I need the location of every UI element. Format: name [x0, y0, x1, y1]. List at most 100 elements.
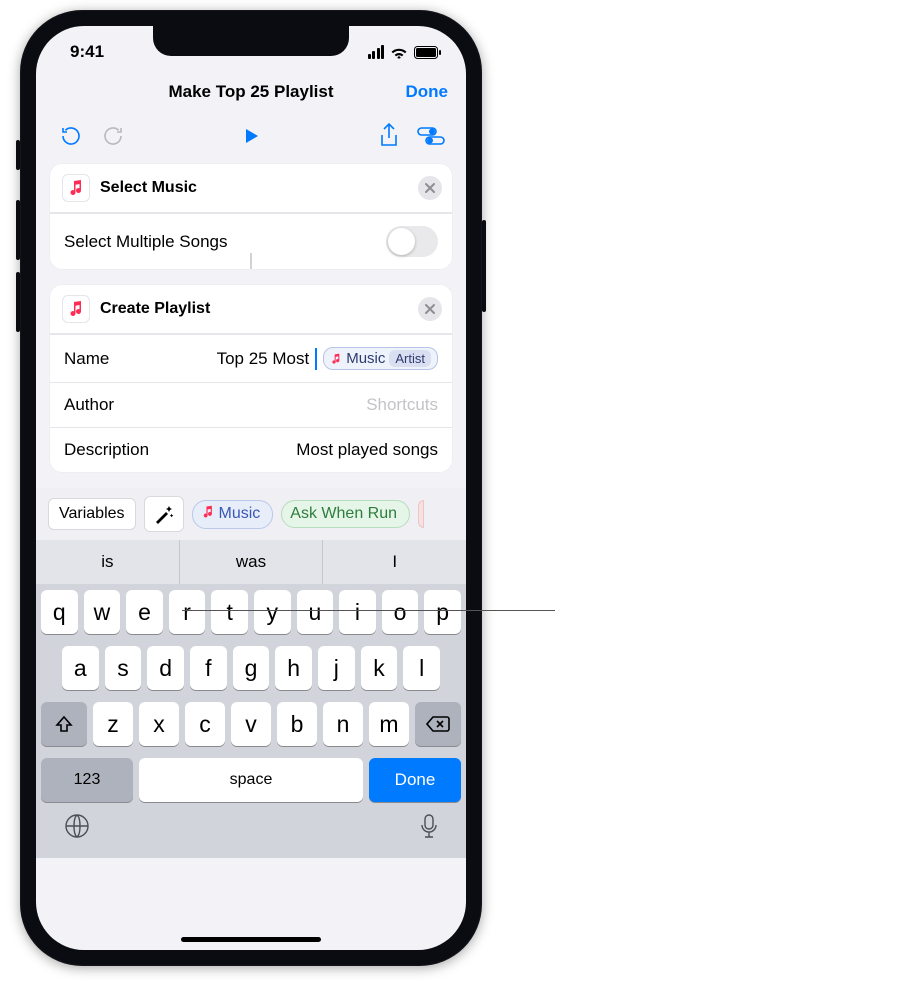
key-y[interactable]: y — [254, 590, 291, 634]
status-time: 9:41 — [70, 42, 104, 62]
action-create-playlist: Create Playlist Name Top 25 Most — [50, 285, 452, 472]
music-icon — [328, 351, 344, 367]
key-e[interactable]: e — [126, 590, 163, 634]
suggestion-bar: is was I — [36, 540, 466, 584]
key-v[interactable]: v — [231, 702, 271, 746]
backspace-key[interactable] — [415, 702, 461, 746]
key-f[interactable]: f — [190, 646, 227, 690]
key-l[interactable]: l — [403, 646, 440, 690]
nav-bar: Make Top 25 Playlist Done — [36, 70, 466, 114]
key-b[interactable]: b — [277, 702, 317, 746]
variable-bar: Variables Music Ask When Run — [36, 488, 466, 540]
chip-label: Music — [219, 505, 261, 523]
variable-chip-overflow[interactable] — [418, 500, 424, 528]
name-text: Top 25 Most — [217, 349, 310, 369]
token-property: Artist — [389, 350, 431, 367]
key-g[interactable]: g — [233, 646, 270, 690]
notch — [153, 26, 349, 56]
suggestion[interactable]: was — [179, 540, 323, 584]
variables-button[interactable]: Variables — [48, 498, 136, 530]
editor-toolbar — [36, 114, 466, 158]
key-row-1: q w e r t y u i o p — [36, 584, 466, 640]
row-label: Name — [64, 349, 109, 369]
key-h[interactable]: h — [275, 646, 312, 690]
power-button — [482, 220, 486, 312]
suggestion[interactable]: is — [36, 540, 179, 584]
magic-variable-button[interactable] — [144, 496, 184, 532]
select-multiple-toggle[interactable] — [386, 226, 438, 257]
undo-button[interactable] — [50, 116, 92, 156]
volume-up-button — [16, 200, 20, 260]
dictation-icon[interactable] — [420, 813, 438, 844]
variable-chip-music[interactable]: Music — [192, 500, 274, 529]
author-field[interactable]: Shortcuts — [366, 395, 438, 415]
key-q[interactable]: q — [41, 590, 78, 634]
share-button[interactable] — [368, 116, 410, 156]
battery-icon — [414, 46, 442, 59]
key-o[interactable]: o — [382, 590, 419, 634]
token-label: Music — [346, 350, 385, 367]
playlist-name-row[interactable]: Name Top 25 Most Music Artist — [50, 334, 452, 382]
space-key[interactable]: space — [139, 758, 363, 802]
key-i[interactable]: i — [339, 590, 376, 634]
callout-leader-line — [182, 610, 555, 611]
playlist-author-row[interactable]: Author Shortcuts — [50, 382, 452, 427]
music-app-icon — [62, 295, 90, 323]
row-label: Author — [64, 395, 114, 415]
keyboard-done-key[interactable]: Done — [369, 758, 461, 802]
key-d[interactable]: d — [147, 646, 184, 690]
action-header[interactable]: Create Playlist — [50, 285, 452, 334]
key-u[interactable]: u — [297, 590, 334, 634]
action-header[interactable]: Select Music — [50, 164, 452, 213]
numbers-key[interactable]: 123 — [41, 758, 133, 802]
key-c[interactable]: c — [185, 702, 225, 746]
key-row-3: z x c v b n m — [36, 696, 466, 752]
screen: 9:41 Make Top 25 Playlist Done — [36, 26, 466, 950]
mute-switch — [16, 140, 20, 170]
actions-list: Select Music Select Multiple Songs — [36, 158, 466, 472]
key-m[interactable]: m — [369, 702, 409, 746]
key-row-4: 123 space Done — [36, 752, 466, 808]
status-indicators — [368, 45, 443, 59]
description-field[interactable]: Most played songs — [296, 440, 438, 460]
key-n[interactable]: n — [323, 702, 363, 746]
variable-chip-ask-when-run[interactable]: Ask When Run — [281, 500, 410, 528]
action-title: Select Music — [100, 179, 197, 197]
volume-down-button — [16, 272, 20, 332]
key-s[interactable]: s — [105, 646, 142, 690]
page-title: Make Top 25 Playlist — [168, 82, 333, 102]
key-z[interactable]: z — [93, 702, 133, 746]
iphone-frame: 9:41 Make Top 25 Playlist Done — [20, 10, 482, 966]
keyboard-bottom-bar — [36, 808, 466, 848]
music-app-icon — [62, 174, 90, 202]
key-row-2: a s d f g h j k l — [36, 640, 466, 696]
globe-icon[interactable] — [64, 813, 90, 844]
key-t[interactable]: t — [211, 590, 248, 634]
play-button[interactable] — [230, 116, 272, 156]
playlist-name-field[interactable]: Top 25 Most Music Artist — [217, 347, 438, 370]
chip-label: Ask When Run — [290, 505, 397, 523]
key-k[interactable]: k — [361, 646, 398, 690]
wifi-icon — [390, 46, 408, 59]
keyboard: is was I q w e r t y u i o p a s d f — [36, 540, 466, 858]
shift-key[interactable] — [41, 702, 87, 746]
text-cursor — [315, 348, 317, 370]
key-p[interactable]: p — [424, 590, 461, 634]
key-w[interactable]: w — [84, 590, 121, 634]
suggestion[interactable]: I — [322, 540, 466, 584]
cellular-icon — [368, 45, 385, 59]
key-j[interactable]: j — [318, 646, 355, 690]
row-label: Select Multiple Songs — [64, 232, 227, 252]
home-indicator[interactable] — [181, 937, 321, 942]
remove-action-button[interactable] — [418, 297, 442, 321]
settings-button[interactable] — [410, 116, 452, 156]
remove-action-button[interactable] — [418, 176, 442, 200]
playlist-description-row[interactable]: Description Most played songs — [50, 427, 452, 472]
variable-token-music[interactable]: Music Artist — [323, 347, 438, 370]
key-x[interactable]: x — [139, 702, 179, 746]
key-a[interactable]: a — [62, 646, 99, 690]
done-button[interactable]: Done — [406, 82, 449, 102]
row-label: Description — [64, 440, 149, 460]
key-r[interactable]: r — [169, 590, 206, 634]
redo-button[interactable] — [92, 116, 134, 156]
